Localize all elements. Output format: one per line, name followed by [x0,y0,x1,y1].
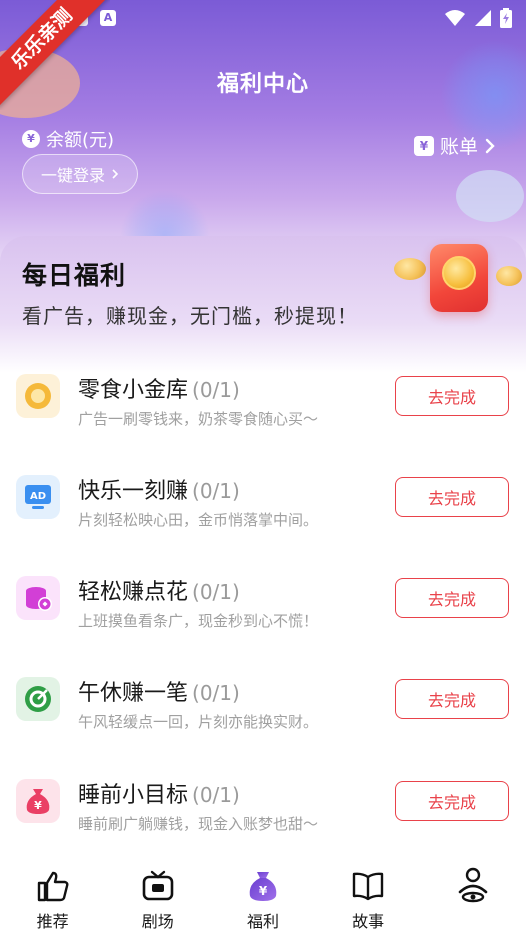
nav-item-profile[interactable] [428,867,518,908]
task-title: 轻松赚点花 (0/1) [78,580,240,605]
task-description: 睡前刷广躺赚钱，现金入账梦也甜～ [78,815,319,833]
go-complete-button[interactable]: 去完成 [395,578,509,618]
ribbon-text: 乐乐亲测 [0,0,110,108]
task-progress: (0/1) [192,681,240,705]
task-progress: (0/1) [192,378,240,402]
nav-item-welfare[interactable]: ¥ 福利 [218,868,308,932]
task-title: 午休赚一笔 (0/1) [78,681,240,706]
thumbs-up-icon [35,868,71,904]
coin-icon [16,374,60,418]
task-item: AD 快乐一刻赚 (0/1) 片刻轻松映心田，金币悄落掌中间。 去完成 [0,471,526,551]
svg-text:¥: ¥ [34,799,42,812]
yuan-icon: ¥ [22,130,40,148]
daily-welfare-title: 每日福利 [22,261,127,290]
battery-charging-icon [500,8,512,28]
task-description: 午风轻缓点一回，片刻亦能换实财。 [78,713,319,731]
task-item: ¥ 睡前小目标 (0/1) 睡前刷广躺赚钱，现金入账梦也甜～ 去完成 [0,775,526,855]
bottom-nav: 推荐 剧场 ¥ 福利 故事 [0,856,526,940]
daily-welfare-subtitle: 看广告，赚现金，无门槛，秒提现！ [22,304,358,328]
corner-ribbon: 乐乐亲测 [0,0,110,110]
go-complete-button[interactable]: 去完成 [395,679,509,719]
task-title: 快乐一刻赚 (0/1) [78,479,240,504]
task-progress: (0/1) [192,580,240,604]
ad-icon: AD [16,475,60,519]
login-button-label: 一键登录 [40,166,105,185]
task-description: 广告一刷零钱来，奶茶零食随心买～ [78,410,319,428]
status-icons [444,8,512,28]
task-item: 轻松赚点花 (0/1) 上班摸鱼看条广，现金秒到心不慌！ 去完成 [0,572,526,652]
task-description: 上班摸鱼看条广，现金秒到心不慌！ [78,612,319,630]
signal-icon [475,10,491,26]
coin-icon [394,258,426,280]
one-click-login-button[interactable]: 一键登录 [22,154,138,194]
red-packet-icon [430,244,488,312]
profile-icon [455,867,491,904]
money-bag-icon: ¥ [16,779,60,823]
task-progress: (0/1) [192,479,240,503]
nav-item-story[interactable]: 故事 [323,868,413,932]
decor-shape [456,170,524,222]
svg-text:¥: ¥ [259,884,268,898]
bill-icon: ¥ [413,135,434,156]
nav-label: 故事 [352,912,385,931]
nav-item-recommend[interactable]: 推荐 [8,868,98,932]
task-progress: (0/1) [192,783,240,807]
svg-text:AD: AD [30,491,46,502]
bill-label: 账单 [439,136,478,158]
task-item: 零食小金库 (0/1) 广告一刷零钱来，奶茶零食随心买～ 去完成 [0,370,526,450]
task-item: 午休赚一笔 (0/1) 午风轻缓点一回，片刻亦能换实财。 去完成 [0,673,526,753]
go-complete-button[interactable]: 去完成 [395,477,509,517]
coin-stack-icon [16,576,60,620]
task-description: 片刻轻松映心田，金币悄落掌中间。 [78,511,319,529]
tv-icon [140,868,176,904]
wifi-icon [445,10,465,26]
go-complete-button[interactable]: 去完成 [395,781,509,821]
nav-label: 推荐 [36,912,69,931]
red-packet-illustration [390,240,526,320]
task-title: 睡前小目标 (0/1) [78,783,240,808]
book-icon [350,868,386,904]
nav-item-theater[interactable]: 剧场 [113,868,203,932]
task-title: 零食小金库 (0/1) [78,378,240,403]
chevron-right-icon [112,169,119,179]
target-icon [16,677,60,721]
balance-row: ¥ 余额(元) [22,126,114,152]
welfare-bag-icon: ¥ [245,868,281,904]
balance-label: 余额(元) [46,130,115,151]
bill-link[interactable]: ¥ 账单 [413,132,496,159]
nav-label: 剧场 [141,912,174,931]
coin-icon [442,256,476,290]
go-complete-button[interactable]: 去完成 [395,376,509,416]
nav-label: 福利 [246,912,279,931]
coin-icon [496,266,522,286]
chevron-right-icon [485,138,495,153]
